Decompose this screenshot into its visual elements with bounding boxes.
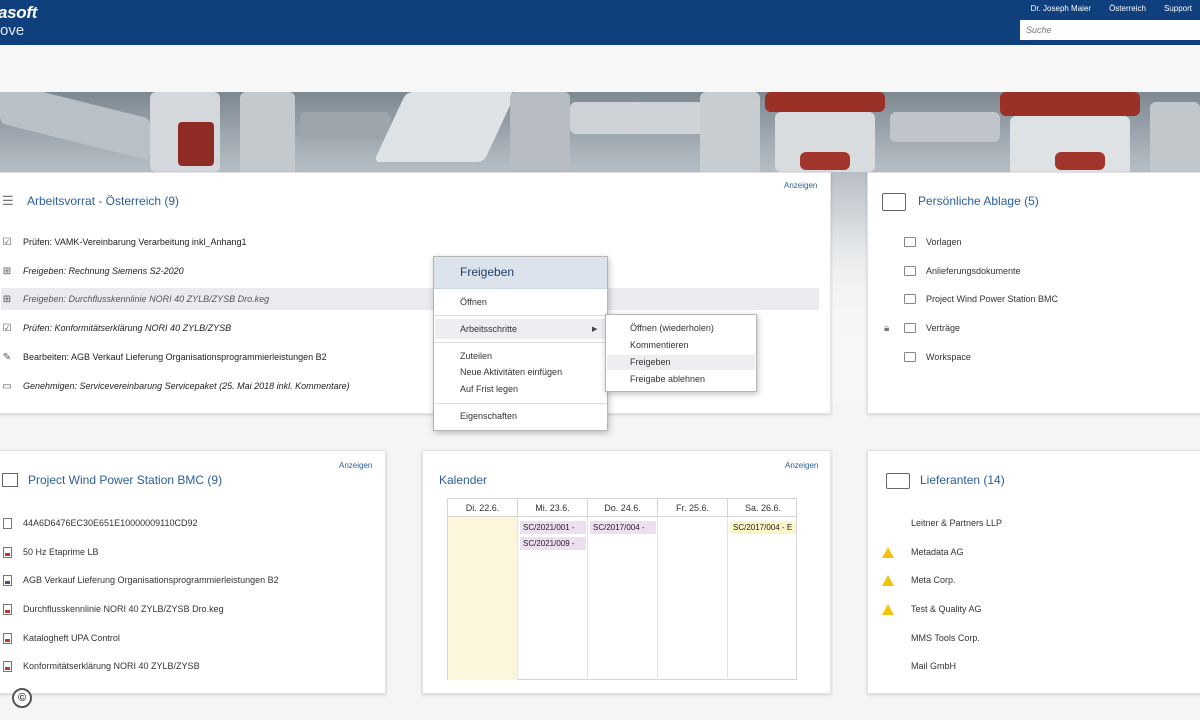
check-doc-icon: ☑ xyxy=(2,322,12,334)
pdf-icon xyxy=(1,632,13,644)
menu-icon[interactable]: ☰ xyxy=(2,193,14,209)
supplier-item[interactable]: Metadata AG xyxy=(882,541,1192,563)
comment-icon: ▭ xyxy=(2,380,12,392)
suppliers-card: Lieferanten (14) Leitner & Partners LLP … xyxy=(867,450,1200,694)
worklist-item[interactable]: ☑ Prüfen: VAMK-Vereinbarung Verarbeitung… xyxy=(1,231,819,253)
folder-icon xyxy=(904,293,916,305)
project-item[interactable]: Durchflusskennlinie NORI 40 ZYLB/ZYSB Dr… xyxy=(1,598,371,620)
project-show-link[interactable]: Anzeigen xyxy=(339,461,372,470)
pdf-icon xyxy=(1,603,13,615)
approve-doc-icon: ⊞ xyxy=(2,293,12,305)
project-title: Project Wind Power Station BMC (9) xyxy=(28,473,223,487)
word-doc-icon xyxy=(1,574,13,586)
supplier-item[interactable]: Meta Corp. xyxy=(882,569,1192,591)
folder-icon xyxy=(904,322,916,334)
calendar-grid: Di. 22.6. Mi. 23.6. Do. 24.6. Fr. 25.6. … xyxy=(447,498,798,680)
search-input[interactable] xyxy=(1020,20,1200,40)
submenu-arrow-icon: ▶ xyxy=(592,326,598,333)
storage-item[interactable]: Vorlagen xyxy=(904,231,1194,253)
supplier-item[interactable]: MMS Tools Corp. xyxy=(882,627,1192,649)
calendar-event[interactable]: SC/2017/004 - xyxy=(590,521,656,534)
folder-icon xyxy=(904,351,916,363)
user-menu[interactable]: Dr. Joseph Maier xyxy=(1031,4,1091,13)
top-bar: asoft ove Dr. Joseph Maier Österreich Su… xyxy=(0,0,1200,45)
support-link[interactable]: Support xyxy=(1164,4,1192,13)
calendar-event[interactable]: SC/2021/009 - xyxy=(520,537,586,550)
contact-card-icon xyxy=(886,473,910,492)
storage-item[interactable]: Anlieferungsdokumente xyxy=(904,260,1194,282)
worklist-item-selected[interactable]: ⊞ Freigeben: Durchflusskennlinie NORI 40… xyxy=(1,288,819,310)
supplier-item[interactable]: Test & Quality AG xyxy=(882,598,1192,620)
worklist-show-link[interactable]: Anzeigen xyxy=(784,181,817,190)
folder-icon xyxy=(882,193,906,214)
submenu-item-reject[interactable]: Freigabe ablehnen xyxy=(630,374,705,384)
suppliers-title: Lieferanten (14) xyxy=(920,473,1005,487)
pdf-icon xyxy=(1,660,13,672)
menu-item-add-activity[interactable]: Neue Aktivitäten einfügen xyxy=(460,367,562,377)
storage-item[interactable]: Workspace xyxy=(904,346,1194,368)
context-menu: Freigeben Öffnen Arbeitsschritte ▶ Zutei… xyxy=(433,256,608,431)
approve-doc-icon: ⊞ xyxy=(2,265,12,277)
region-selector[interactable]: Österreich xyxy=(1109,4,1146,13)
personal-storage-card: Persönliche Ablage (5) Vorlagen Anliefer… xyxy=(867,172,1200,414)
menu-item-open[interactable]: Öffnen xyxy=(460,297,487,307)
calendar-day-header[interactable]: Mi. 23.6. xyxy=(518,499,588,517)
storage-item[interactable]: Verträge xyxy=(904,317,1194,339)
menu-item-steps[interactable]: Arbeitsschritte xyxy=(460,324,517,334)
submenu-item-approve[interactable]: Freigeben xyxy=(630,357,671,367)
calendar-day-header[interactable]: Sa. 26.6. xyxy=(728,499,798,517)
brand-logo: asoft xyxy=(0,3,38,22)
project-card: Project Wind Power Station BMC (9) Anzei… xyxy=(0,450,386,694)
worklist-item[interactable]: ⊞ Freigeben: Rechnung Siemens S2-2020 xyxy=(1,260,819,282)
calendar-event[interactable]: SC/2017/004 - E xyxy=(730,521,796,534)
warning-icon xyxy=(882,546,894,558)
check-doc-icon: ☑ xyxy=(2,236,12,248)
copyright-badge: © xyxy=(12,688,32,708)
calendar-show-link[interactable]: Anzeigen xyxy=(785,461,818,470)
storage-title: Persönliche Ablage (5) xyxy=(918,194,1039,208)
submenu-item-comment[interactable]: Kommentieren xyxy=(630,340,689,350)
supplier-item[interactable]: Mail GmbH xyxy=(882,655,1192,677)
warning-icon xyxy=(882,574,894,586)
calendar-day-header[interactable]: Di. 22.6. xyxy=(448,499,518,517)
menu-item-assign[interactable]: Zuteilen xyxy=(460,351,492,361)
menu-item-properties[interactable]: Eigenschaften xyxy=(460,411,517,421)
submenu-item-reopen[interactable]: Öffnen (wiederholen) xyxy=(630,323,714,333)
calendar-day-header[interactable]: Do. 24.6. xyxy=(588,499,658,517)
storage-item[interactable]: Project Wind Power Station BMC xyxy=(904,288,1194,310)
folder-icon xyxy=(904,236,916,248)
project-item[interactable]: 44A6D6476EC30E651E10000009110CD92 xyxy=(1,512,371,534)
pencil-icon: ✎ xyxy=(2,351,12,363)
project-item[interactable]: Katalogheft UPA Control xyxy=(1,627,371,649)
lock-icon: 🔒︎ xyxy=(884,323,890,334)
project-icon xyxy=(2,473,18,490)
worklist-title: Arbeitsvorrat - Österreich (9) xyxy=(27,194,180,208)
steps-submenu: Öffnen (wiederholen) Kommentieren Freige… xyxy=(605,314,757,392)
project-item[interactable]: 50 Hz Etaprime LB xyxy=(1,541,371,563)
menu-item-set-deadline[interactable]: Auf Frist legen xyxy=(460,384,518,394)
calendar-title: Kalender xyxy=(439,473,488,487)
folder-icon xyxy=(904,265,916,277)
text-doc-icon xyxy=(1,517,13,529)
project-item[interactable]: Konformitätserklärung NORI 40 ZYLB/ZYSB xyxy=(1,655,371,677)
context-menu-title: Freigeben xyxy=(434,257,607,289)
calendar-day-header[interactable]: Fr. 25.6. xyxy=(658,499,728,517)
top-links: Dr. Joseph Maier Österreich Support xyxy=(1031,4,1192,13)
brand-subtitle: ove xyxy=(0,22,25,39)
pdf-icon xyxy=(1,546,13,558)
calendar-event[interactable]: SC/2021/001 - xyxy=(520,521,586,534)
sub-header xyxy=(0,45,1200,92)
project-item[interactable]: AGB Verkauf Lieferung Organisationsprogr… xyxy=(1,569,371,591)
supplier-item[interactable]: Leitner & Partners LLP xyxy=(882,512,1192,534)
warning-icon xyxy=(882,603,894,615)
